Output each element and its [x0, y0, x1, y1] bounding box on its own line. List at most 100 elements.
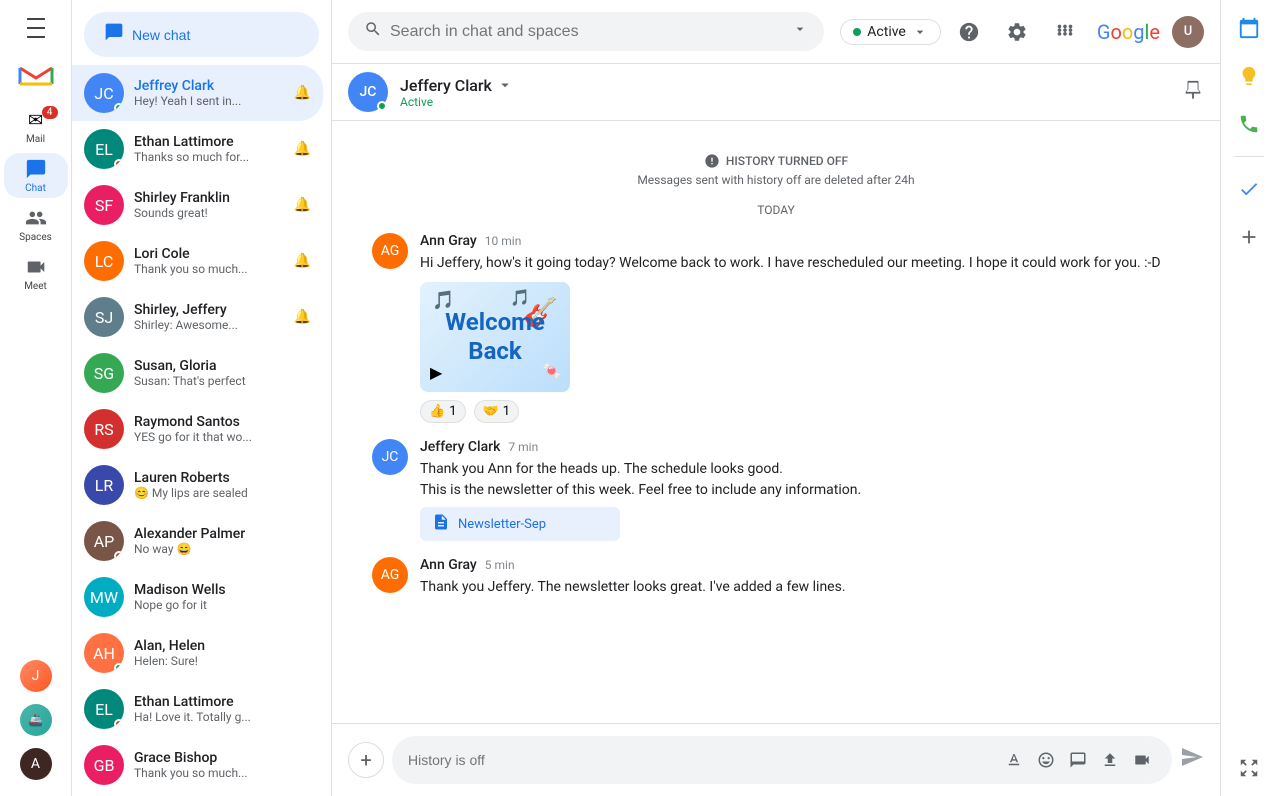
list-item[interactable]: EL Ethan Lattimore Thanks so much for...…	[72, 121, 323, 177]
bell-icon[interactable]: 🔔	[294, 85, 311, 101]
chat-preview: Thanks so much for...	[134, 150, 284, 164]
chat-preview: Helen: Sure!	[134, 654, 311, 668]
tasks-button[interactable]	[1229, 169, 1269, 209]
bell-icon[interactable]: 🔔	[294, 309, 311, 325]
settings-button[interactable]	[997, 12, 1037, 52]
search-icon	[364, 20, 382, 43]
meet-icon	[24, 255, 48, 279]
new-chat-label: New chat	[132, 27, 190, 43]
add-widget-button[interactable]	[1229, 217, 1269, 257]
user-avatar[interactable]: U	[1172, 16, 1204, 48]
list-item[interactable]: RS Raymond Santos YES go for it that wo.…	[72, 401, 323, 457]
mail-badge: 4	[42, 106, 58, 119]
chat-info: Alan, Helen Helen: Sure!	[134, 638, 311, 668]
spaces-label: Spaces	[19, 232, 52, 243]
sidebar-item-spaces[interactable]: Spaces	[4, 202, 68, 247]
message-text: Thank you Ann for the heads up. The sche…	[420, 459, 1180, 501]
user-avatar-bottom-2[interactable]: 🚢	[20, 704, 52, 736]
list-item[interactable]: SG Susan, Gloria Susan: That's perfect	[72, 345, 323, 401]
chat-name: Lauren Roberts	[134, 470, 311, 486]
reaction-thumbsup[interactable]: 👍 1	[420, 400, 466, 423]
status-indicator	[114, 159, 124, 169]
list-item[interactable]: AP Alexander Palmer No way 😄	[72, 513, 323, 569]
bell-icon[interactable]: 🔔	[294, 253, 311, 269]
list-item[interactable]: AH Alan, Helen Helen: Sure!	[72, 625, 323, 681]
chat-contact-name[interactable]: Jeffery Clark	[400, 76, 1182, 95]
list-item[interactable]: GB Grace Bishop Thank you so much...	[72, 737, 323, 793]
bell-icon[interactable]: 🔔	[294, 141, 311, 157]
avatar: LC	[84, 241, 124, 281]
video-button[interactable]	[1128, 746, 1156, 774]
notes-button[interactable]	[1229, 56, 1269, 96]
format-text-button[interactable]	[1000, 746, 1028, 774]
apps-button[interactable]	[1045, 12, 1085, 52]
phone-button[interactable]	[1229, 104, 1269, 144]
pin-button[interactable]	[1182, 79, 1204, 106]
help-button[interactable]	[949, 12, 989, 52]
chat-info: Jeffrey Clark Hey! Yeah I sent in...	[134, 78, 284, 108]
sidebar-item-mail[interactable]: ✉ 4 Mail	[4, 104, 68, 149]
expand-button[interactable]	[1229, 748, 1269, 788]
online-indicator	[114, 103, 124, 113]
spaces-icon	[24, 206, 48, 230]
welcome-back-image: 🎵 🎵 ▶ 🎸 🍬 Welcome Back	[420, 282, 570, 392]
chat-preview: Susan: That's perfect	[134, 374, 311, 388]
new-chat-icon	[104, 22, 124, 47]
chat-name: Alexander Palmer	[134, 526, 311, 542]
avatar: AH	[84, 633, 124, 673]
attachment-icon	[432, 513, 450, 535]
chat-format-button[interactable]	[1064, 746, 1092, 774]
chat-name: Lori Cole	[134, 246, 284, 262]
message-header: Ann Gray 10 min	[420, 233, 1180, 249]
status-indicator	[114, 551, 124, 561]
send-button[interactable]	[1180, 745, 1204, 775]
search-dropdown-icon[interactable]	[792, 21, 808, 42]
chat-name: Madison Wells	[134, 582, 311, 598]
chat-preview: Sounds great!	[134, 206, 284, 220]
message-content: Ann Gray 5 min Thank you Jeffery. The ne…	[420, 557, 1180, 598]
list-item[interactable]: EL Ethan Lattimore Ha! Love it. Totally …	[72, 681, 323, 737]
chat-name: Susan, Gloria	[134, 358, 311, 374]
chat-preview: YES go for it that wo...	[134, 430, 311, 444]
avatar: EL	[84, 689, 124, 729]
reaction-handshake[interactable]: 🤝 1	[474, 400, 520, 423]
list-item[interactable]: SF Shirley Franklin Sounds great! 🔔	[72, 177, 323, 233]
list-item[interactable]: LR Lauren Roberts 😊 My lips are sealed	[72, 457, 323, 513]
chat-contact-avatar: JC	[348, 72, 388, 112]
sidebar-item-chat[interactable]: Chat	[4, 153, 68, 198]
google-logo: Google	[1097, 20, 1160, 44]
user-avatar-bottom-3[interactable]: A	[20, 748, 52, 780]
hamburger-menu[interactable]	[16, 8, 56, 48]
list-item[interactable]: JC Jeffrey Clark Hey! Yeah I sent in... …	[72, 65, 323, 121]
user-avatar-bottom-1[interactable]: J	[20, 660, 52, 692]
emoji-button[interactable]	[1032, 746, 1060, 774]
message-group: AG Ann Gray 5 min Thank you Jeffery. The…	[372, 557, 1180, 598]
avatar: EL	[84, 129, 124, 169]
list-item[interactable]: LC Lori Cole Thank you so much... 🔔	[72, 233, 323, 289]
upload-button[interactable]	[1096, 746, 1124, 774]
list-item[interactable]: SJ Shirley, Jeffery Shirley: Awesome... …	[72, 289, 323, 345]
list-item[interactable]: MW Madison Wells Nope go for it	[72, 569, 323, 625]
sidebar-item-meet[interactable]: Meet	[4, 251, 68, 296]
chat-info: Shirley Franklin Sounds great!	[134, 190, 284, 220]
avatar: JC	[84, 73, 124, 113]
chat-contact-status: Active	[400, 95, 1182, 109]
bell-icon[interactable]: 🔔	[294, 197, 311, 213]
attachment-name: Newsletter-Sep	[458, 517, 546, 532]
right-sidebar-divider	[1234, 156, 1264, 157]
avatar: MW	[84, 577, 124, 617]
search-input[interactable]	[390, 23, 784, 41]
message-input[interactable]	[408, 752, 992, 768]
active-status-badge[interactable]: Active	[840, 19, 941, 45]
messages-area: HISTORY TURNED OFF Messages sent with hi…	[332, 121, 1220, 723]
chat-name: Shirley Franklin	[134, 190, 284, 206]
status-indicator	[114, 663, 124, 673]
history-label: HISTORY TURNED OFF	[726, 154, 848, 168]
attachment[interactable]: Newsletter-Sep	[420, 507, 620, 541]
new-chat-button[interactable]: New chat	[84, 12, 319, 57]
add-attachment-button[interactable]: +	[348, 742, 384, 778]
chat-info: Shirley, Jeffery Shirley: Awesome...	[134, 302, 284, 332]
history-notice: HISTORY TURNED OFF Messages sent with hi…	[372, 153, 1180, 187]
message-group: JC Jeffery Clark 7 min Thank you Ann for…	[372, 439, 1180, 541]
calendar-button[interactable]	[1229, 8, 1269, 48]
